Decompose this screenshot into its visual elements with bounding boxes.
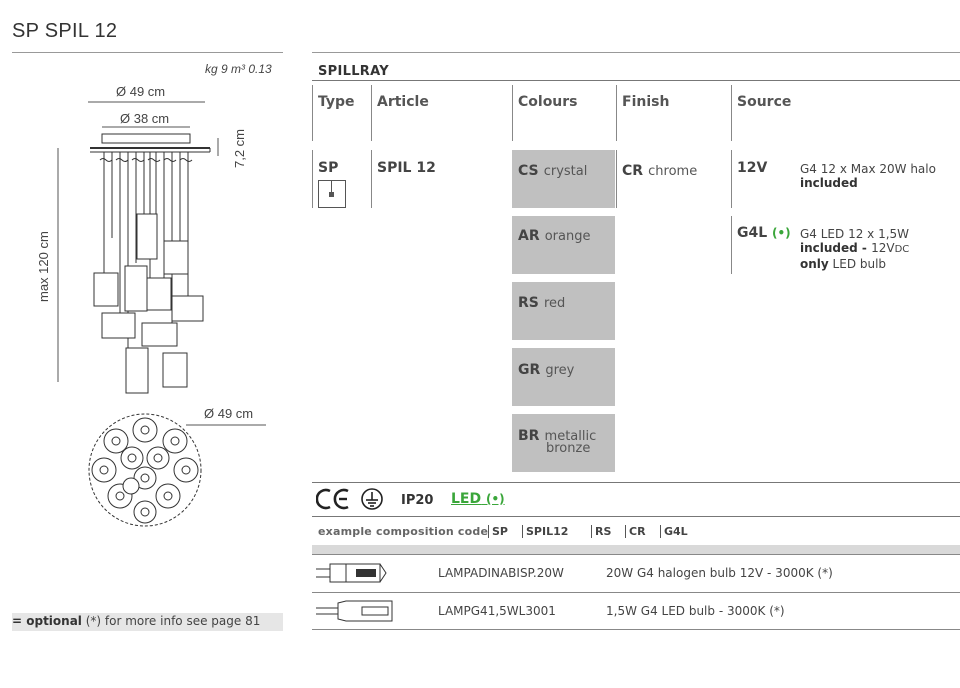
canopy-height-label: 7,2 cm [232, 128, 247, 168]
example-code-finish: CR [625, 525, 646, 538]
ground-symbol-icon [361, 488, 383, 510]
example-code-type: SP [488, 525, 508, 538]
canopy-diameter-label: Ø 38 cm [120, 111, 170, 126]
example-code-colour: RS [591, 525, 611, 538]
bulb-row-halogen: LAMPADINABISP.20W 20W G4 halogen bulb 12… [312, 554, 960, 592]
led-label: LED (•) [451, 491, 505, 507]
type-code: SP [318, 160, 339, 176]
left-top-rule [12, 52, 283, 53]
header-article: Article [377, 94, 429, 110]
led-marker: (•) [772, 226, 791, 240]
outer-diameter-label: Ø 49 cm [116, 84, 166, 99]
header-type: Type [318, 94, 355, 110]
pendant-type-icon [318, 180, 346, 208]
colour-crystal: CS crystal [518, 163, 588, 179]
led-bulb-code: LAMPG41,5WL3001 [438, 604, 556, 618]
weight-label: kg 9 m³ 0.13 [205, 62, 272, 76]
halogen-bulb-icon [316, 563, 387, 583]
bulb-section-header [312, 545, 960, 554]
colour-red: RS red [518, 295, 566, 311]
ip-rating: IP20 [401, 493, 434, 508]
example-code-article: SPIL12 [522, 525, 568, 538]
source-g4l-desc: G4 LED 12 x 1,5W included - 12VDC only L… [800, 227, 910, 271]
ce-mark-icon [316, 488, 349, 510]
colour-grey: GR grey [518, 362, 575, 378]
right-top-rule [312, 52, 960, 53]
halogen-bulb-code: LAMPADINABISP.20W [438, 566, 564, 580]
source-g4l-code: G4L (•) [737, 225, 791, 241]
example-code-source: G4L [660, 525, 688, 538]
header-finish: Finish [622, 94, 670, 110]
bulb-row-led: LAMPG41,5WL3001 1,5W G4 LED bulb - 3000K… [312, 592, 960, 630]
example-label: example composition code [318, 525, 489, 538]
swatch-crystal [512, 150, 615, 208]
page-title: SP SPIL 12 [12, 20, 118, 42]
article-code: SPIL 12 [377, 160, 436, 176]
led-bulb-desc: 1,5W G4 LED bulb - 3000K (*) [606, 604, 785, 618]
header-colours: Colours [518, 94, 578, 110]
max-height-label: max 120 cm [36, 231, 51, 302]
optional-note: = optional (*) for more info see page 81 [12, 613, 283, 631]
family-name: SPILLRAY [318, 64, 389, 79]
colour-orange: AR orange [518, 228, 591, 244]
bottom-view-drawing [88, 413, 266, 527]
pendant-elevation-drawing [57, 101, 219, 394]
finish-chrome: CR chrome [622, 163, 698, 179]
source-12v-code: 12V [737, 160, 768, 176]
source-12v-desc: G4 12 x Max 20W halo included [800, 162, 936, 190]
header-source: Source [737, 94, 792, 110]
halogen-bulb-desc: 20W G4 halogen bulb 12V - 3000K (*) [606, 566, 833, 580]
table-top-rule [312, 80, 960, 81]
swatch-red [512, 282, 615, 340]
led-bulb-icon [316, 600, 393, 622]
colour-bronze-line2: bronze [546, 441, 591, 456]
